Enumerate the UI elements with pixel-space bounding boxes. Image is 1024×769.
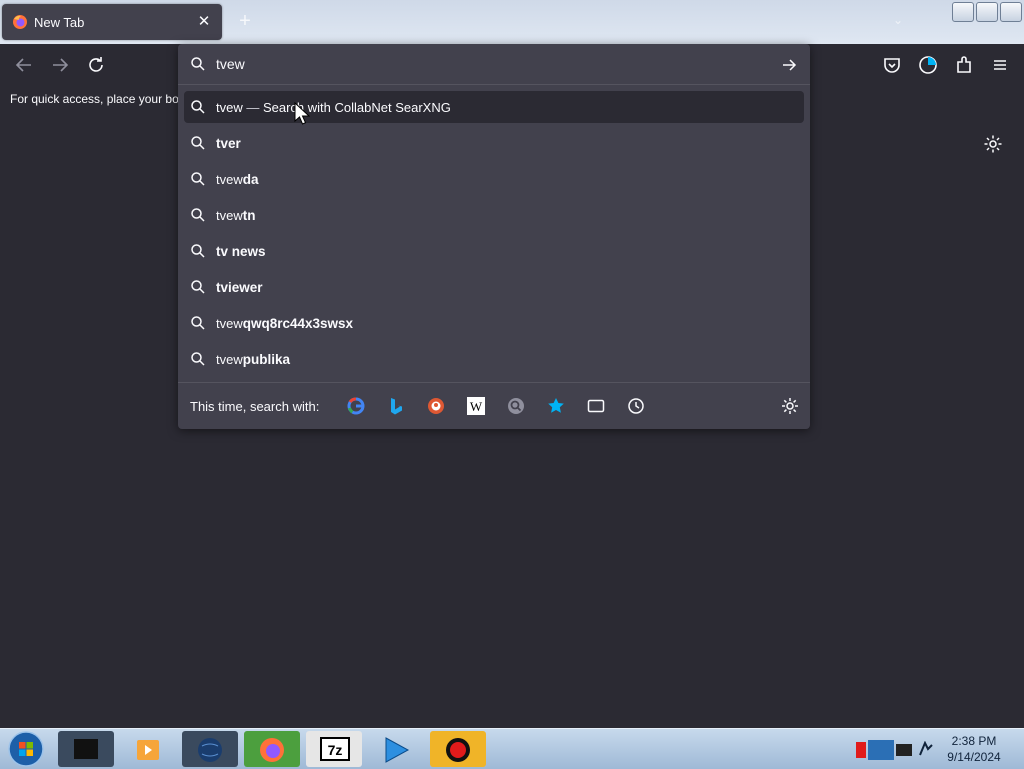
- start-button-icon[interactable]: [6, 730, 46, 768]
- minimize-button[interactable]: [952, 2, 974, 22]
- tabs-icon[interactable]: [586, 396, 606, 416]
- clock-date: 9/14/2024: [947, 750, 1001, 764]
- tab-title: New Tab: [34, 15, 85, 30]
- wikipedia-icon[interactable]: W: [466, 396, 486, 416]
- account-icon[interactable]: [916, 53, 940, 77]
- search-icon: [191, 280, 205, 294]
- search-icon: [191, 172, 205, 186]
- search-icon: [191, 244, 205, 258]
- new-tab-button[interactable]: +: [234, 10, 256, 32]
- result-row[interactable]: tvewqwq8rc44x3swsx: [184, 307, 804, 339]
- record-icon: [446, 738, 470, 762]
- menu-icon[interactable]: [988, 53, 1012, 77]
- history-icon[interactable]: [626, 396, 646, 416]
- result-row[interactable]: tvew — Search with CollabNet SearXNG: [184, 91, 804, 123]
- svg-text:7z: 7z: [328, 742, 343, 758]
- maximize-button[interactable]: [976, 2, 998, 22]
- mouse-cursor-icon: [294, 102, 310, 125]
- close-icon[interactable]: ✕: [194, 12, 214, 32]
- result-row[interactable]: tv news: [184, 235, 804, 267]
- bing-icon[interactable]: [386, 396, 406, 416]
- taskbar-terminal-app[interactable]: [58, 731, 114, 767]
- result-text: tviewer: [216, 280, 263, 295]
- result-text: tvewda: [216, 172, 259, 187]
- urlbar-panel: tvew — Search with CollabNet SearXNG tve…: [178, 44, 810, 429]
- tab-new-tab[interactable]: New Tab ✕: [2, 4, 222, 40]
- taskbar-clock[interactable]: 2:38 PM 9/14/2024: [936, 733, 1012, 765]
- taskbar-media-player-app[interactable]: [120, 731, 176, 767]
- terminal-icon: [74, 739, 98, 759]
- result-text: tver: [216, 136, 241, 151]
- result-row[interactable]: tvewpublika: [184, 343, 804, 375]
- taskbar-player-app[interactable]: [368, 731, 424, 767]
- media-player-icon: [137, 740, 159, 760]
- 7zip-icon: 7z: [320, 737, 350, 761]
- extensions-icon[interactable]: [952, 53, 976, 77]
- tray-apps-icon[interactable]: [856, 739, 916, 761]
- gear-icon[interactable]: [983, 134, 1003, 154]
- go-arrow-icon[interactable]: [780, 56, 798, 74]
- search-icon: [191, 136, 205, 150]
- back-arrow-icon[interactable]: [12, 53, 36, 77]
- search-icon: [191, 208, 205, 222]
- result-row[interactable]: tvewda: [184, 163, 804, 195]
- result-text: tv news: [216, 244, 266, 259]
- bookmarks-empty-message: For quick access, place your boo: [10, 92, 186, 106]
- taskbar: 7z 2:38 PM 9/14/2024: [0, 728, 1024, 769]
- network-icon[interactable]: [918, 741, 934, 757]
- firefox-icon: [13, 15, 27, 29]
- reload-icon[interactable]: [84, 53, 108, 77]
- taskbar-network-app[interactable]: [182, 731, 238, 767]
- taskbar-7zip-app[interactable]: 7z: [306, 731, 362, 767]
- url-input[interactable]: [216, 55, 756, 73]
- taskbar-recorder-app[interactable]: [430, 731, 486, 767]
- result-row[interactable]: tvewtn: [184, 199, 804, 231]
- duckduckgo-icon[interactable]: [426, 396, 446, 416]
- play-icon: [385, 737, 410, 763]
- svg-text:W: W: [470, 399, 483, 414]
- tab-strip: New Tab ✕ + ⌄: [0, 0, 1024, 44]
- search-icon: [191, 57, 205, 71]
- list-all-tabs-button[interactable]: ⌄: [888, 10, 908, 30]
- taskbar-firefox-app[interactable]: [244, 731, 300, 767]
- pocket-icon[interactable]: [880, 53, 904, 77]
- bookmarks-icon[interactable]: [546, 396, 566, 416]
- search-icon: [191, 100, 205, 114]
- google-icon[interactable]: [346, 396, 366, 416]
- search-settings-gear-icon[interactable]: [780, 396, 800, 416]
- result-text: tvew — Search with CollabNet SearXNG: [216, 100, 451, 115]
- globe-icon: [198, 738, 222, 762]
- result-text: tvewqwq8rc44x3swsx: [216, 316, 354, 331]
- urlbar-input-row: [178, 44, 810, 85]
- one-off-search-bar: This time, search with: W: [178, 382, 810, 430]
- result-row[interactable]: tviewer: [184, 271, 804, 303]
- one-off-label: This time, search with:: [190, 399, 320, 414]
- firefox-icon: [260, 738, 284, 762]
- searxng-icon[interactable]: [506, 396, 526, 416]
- close-window-button[interactable]: [1000, 2, 1022, 22]
- result-row[interactable]: tver: [184, 127, 804, 159]
- window-controls: [952, 2, 1022, 22]
- clock-time: 2:38 PM: [951, 734, 997, 748]
- forward-arrow-icon[interactable]: [48, 53, 72, 77]
- result-text: tvewtn: [216, 208, 256, 223]
- search-icon: [191, 352, 205, 366]
- result-text: tvewpublika: [216, 352, 290, 367]
- search-icon: [191, 316, 205, 330]
